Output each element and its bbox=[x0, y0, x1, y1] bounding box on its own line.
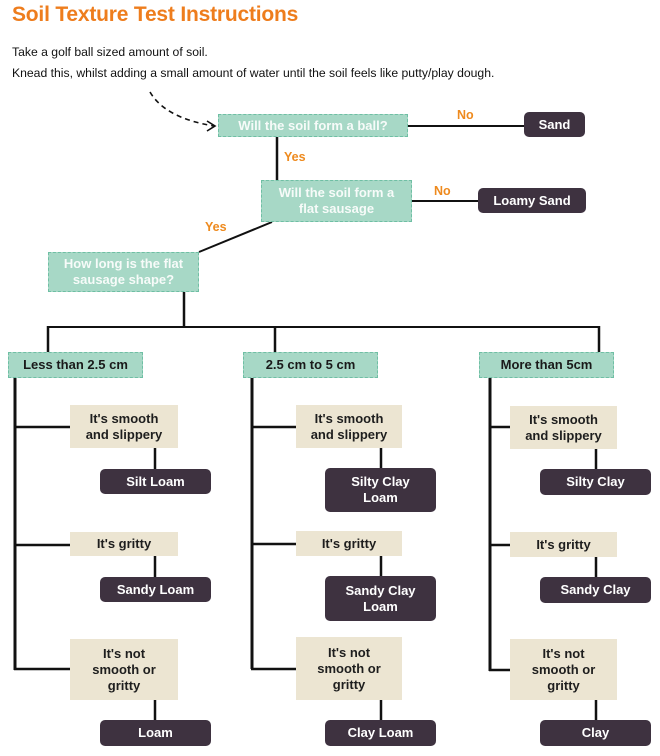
branch-label-q2-yes: Yes bbox=[205, 220, 227, 234]
question-form-ball: Will the soil form a ball? bbox=[218, 114, 408, 137]
feel-gritty-col1: It's gritty bbox=[70, 532, 178, 556]
branch-label-q1-yes: Yes bbox=[284, 150, 306, 164]
branch-label-q1-no: No bbox=[457, 108, 474, 122]
range-more-than-5: More than 5cm bbox=[479, 352, 614, 378]
result-clay-loam: Clay Loam bbox=[325, 720, 436, 746]
feel-neither-col1: It's not smooth or gritty bbox=[70, 639, 178, 700]
result-silty-clay: Silty Clay bbox=[540, 469, 651, 495]
result-sandy-loam: Sandy Loam bbox=[100, 577, 211, 602]
start-arrow bbox=[149, 91, 215, 127]
feel-smooth-col1: It's smooth and slippery bbox=[70, 405, 178, 448]
range-2-5-to-5: 2.5 cm to 5 cm bbox=[243, 352, 378, 378]
result-sandy-clay: Sandy Clay bbox=[540, 577, 651, 603]
feel-neither-col2: It's not smooth or gritty bbox=[296, 637, 402, 700]
result-silty-clay-loam: Silty Clay Loam bbox=[325, 468, 436, 512]
feel-smooth-col3: It's smooth and slippery bbox=[510, 406, 617, 449]
result-clay: Clay bbox=[540, 720, 651, 746]
result-loamy-sand: Loamy Sand bbox=[478, 188, 586, 213]
result-sandy-clay-loam: Sandy Clay Loam bbox=[325, 576, 436, 621]
result-silt-loam: Silt Loam bbox=[100, 469, 211, 494]
start-arrowhead-icon bbox=[206, 120, 217, 132]
range-less-than-2-5: Less than 2.5 cm bbox=[8, 352, 143, 378]
branch-label-q2-no: No bbox=[434, 184, 451, 198]
feel-smooth-col2: It's smooth and slippery bbox=[296, 405, 402, 448]
question-flat-sausage: Will the soil form a flat sausage bbox=[261, 180, 412, 222]
feel-gritty-col3: It's gritty bbox=[510, 532, 617, 557]
result-loam: Loam bbox=[100, 720, 211, 746]
feel-gritty-col2: It's gritty bbox=[296, 531, 402, 556]
question-sausage-length: How long is the flat sausage shape? bbox=[48, 252, 199, 292]
feel-neither-col3: It's not smooth or gritty bbox=[510, 639, 617, 700]
result-sand: Sand bbox=[524, 112, 585, 137]
